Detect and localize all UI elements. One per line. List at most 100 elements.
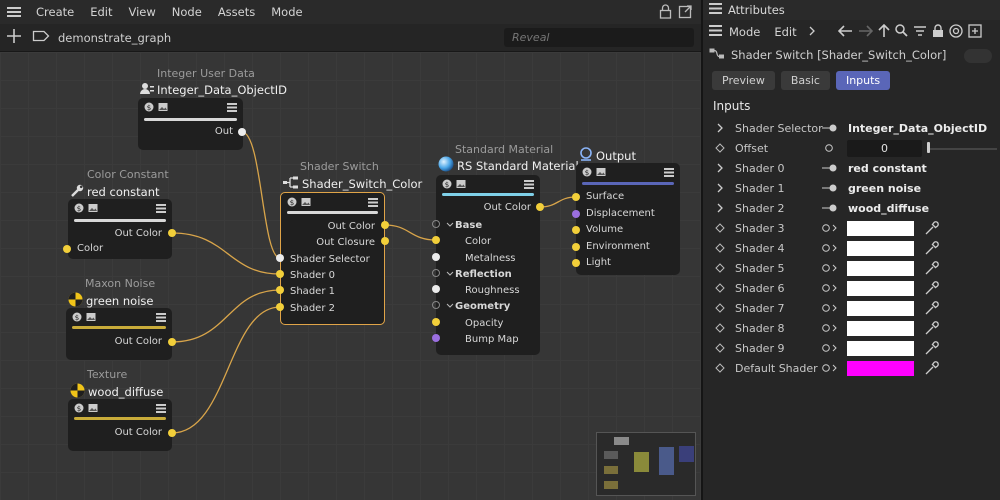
color-swatch[interactable]: [847, 241, 914, 256]
tag-icon[interactable]: [32, 29, 50, 46]
port-expand-icon[interactable]: [822, 304, 838, 312]
menu-mode[interactable]: Mode: [722, 25, 767, 39]
eyedropper-icon[interactable]: [923, 241, 939, 257]
eyedropper-icon[interactable]: [923, 281, 939, 297]
new-panel-icon[interactable]: [967, 23, 982, 41]
search-icon[interactable]: [894, 24, 908, 40]
port-in-volume[interactable]: [572, 226, 580, 234]
port-out-color[interactable]: [381, 221, 389, 229]
port-in-displacement[interactable]: [572, 210, 580, 218]
port-in-shader2[interactable]: [276, 303, 284, 311]
menu-mode[interactable]: Mode: [263, 5, 310, 19]
menu-create[interactable]: Create: [28, 5, 82, 19]
expand-chevron-icon[interactable]: [715, 123, 725, 133]
port-in-base[interactable]: [432, 220, 440, 228]
chevron-right-icon[interactable]: [808, 26, 816, 39]
hamburger-menu-icon[interactable]: [709, 3, 722, 17]
port-in-opacity[interactable]: [432, 318, 440, 326]
port-circle-icon[interactable]: [822, 144, 838, 152]
node-canvas[interactable]: Integer User Data Integer_Data_ObjectID …: [0, 52, 701, 500]
expand-chevron-icon[interactable]: [715, 163, 725, 173]
keyframe-diamond-icon[interactable]: [715, 343, 725, 353]
offset-number-field[interactable]: 0: [847, 140, 922, 157]
keyframe-diamond-icon[interactable]: [715, 363, 725, 373]
color-swatch[interactable]: [847, 281, 914, 296]
target-icon[interactable]: [948, 23, 963, 41]
port-in-reflection[interactable]: [432, 269, 440, 277]
port-in-shader0[interactable]: [276, 270, 284, 278]
popout-icon[interactable]: [678, 4, 693, 22]
keyframe-diamond-icon[interactable]: [715, 303, 725, 313]
chevron-down-icon[interactable]: [446, 222, 454, 228]
expand-chevron-icon[interactable]: [715, 203, 725, 213]
port-in-roughness[interactable]: [432, 285, 440, 293]
lock-icon[interactable]: [659, 4, 672, 22]
offset-slider-knob[interactable]: [927, 142, 930, 153]
port-in-color[interactable]: [63, 245, 71, 253]
forward-arrow-icon[interactable]: [858, 24, 873, 40]
keyframe-diamond-icon[interactable]: [715, 243, 725, 253]
node-body[interactable]: $ Out Color Base Color Metalness Reflect…: [436, 175, 540, 355]
eyedropper-icon[interactable]: [923, 341, 939, 357]
chevron-down-icon[interactable]: [446, 303, 454, 309]
port-in-metalness[interactable]: [432, 253, 440, 261]
eyedropper-icon[interactable]: [923, 261, 939, 277]
color-swatch[interactable]: [847, 221, 914, 236]
add-icon[interactable]: [6, 28, 22, 47]
node-body[interactable]: $ Surface Displacement Volume Environmen…: [576, 163, 680, 275]
offset-slider-track[interactable]: [929, 148, 997, 150]
chevron-down-icon[interactable]: [446, 271, 454, 277]
color-swatch[interactable]: [847, 301, 914, 316]
expand-chevron-icon[interactable]: [715, 183, 725, 193]
minimap[interactable]: [596, 432, 696, 496]
up-arrow-icon[interactable]: [878, 23, 890, 41]
color-swatch[interactable]: [847, 341, 914, 356]
port-expand-icon[interactable]: [822, 344, 838, 352]
node-body-selected[interactable]: $ Out Color Out Closure Shader Selector …: [280, 192, 385, 325]
node-body[interactable]: $ Out Color: [68, 399, 172, 451]
menu-view[interactable]: View: [121, 5, 164, 19]
port-expand-icon[interactable]: [822, 324, 838, 332]
connected-port-icon[interactable]: [822, 164, 838, 172]
toggle-switch[interactable]: [964, 49, 992, 63]
menu-node[interactable]: Node: [164, 5, 210, 19]
menu-assets[interactable]: Assets: [210, 5, 263, 19]
port-expand-icon[interactable]: [822, 224, 838, 232]
tab-inputs[interactable]: Inputs: [835, 71, 891, 90]
hamburger-menu-icon[interactable]: [0, 0, 28, 24]
connected-port-icon[interactable]: [822, 184, 838, 192]
color-swatch[interactable]: [847, 261, 914, 276]
eyedropper-icon[interactable]: [923, 361, 939, 377]
keyframe-diamond-icon[interactable]: [715, 223, 725, 233]
keyframe-diamond-icon[interactable]: [715, 323, 725, 333]
keyframe-diamond-icon[interactable]: [715, 263, 725, 273]
filter-icon[interactable]: [913, 25, 927, 40]
node-body[interactable]: $ Out: [138, 98, 243, 150]
port-out-color[interactable]: [168, 229, 176, 237]
reveal-search-input[interactable]: [504, 28, 694, 47]
menu-edit[interactable]: Edit: [767, 25, 803, 39]
group-base-label[interactable]: Base: [455, 220, 482, 231]
color-swatch-magenta[interactable]: [847, 361, 914, 376]
eyedropper-icon[interactable]: [923, 221, 939, 237]
eyedropper-icon[interactable]: [923, 321, 939, 337]
port-in-surface[interactable]: [572, 193, 580, 201]
port-in-bump-map[interactable]: [432, 334, 440, 342]
port-in-geometry[interactable]: [432, 301, 440, 309]
port-out-color[interactable]: [536, 203, 544, 211]
menu-edit[interactable]: Edit: [82, 5, 120, 19]
lock-icon[interactable]: [932, 23, 944, 41]
port-in-light[interactable]: [572, 259, 580, 267]
port-out[interactable]: [238, 128, 246, 136]
port-out-color[interactable]: [168, 338, 176, 346]
port-out-color[interactable]: [168, 429, 176, 437]
node-body[interactable]: $ Out Color: [66, 308, 172, 360]
port-in-shader-selector[interactable]: [276, 254, 284, 262]
connected-port-icon[interactable]: [822, 204, 838, 212]
port-expand-icon[interactable]: [822, 284, 838, 292]
keyframe-diamond-icon[interactable]: [715, 283, 725, 293]
port-in-shader1[interactable]: [276, 286, 284, 294]
port-expand-icon[interactable]: [822, 264, 838, 272]
port-out-closure[interactable]: [381, 237, 389, 245]
port-in-color[interactable]: [432, 236, 440, 244]
